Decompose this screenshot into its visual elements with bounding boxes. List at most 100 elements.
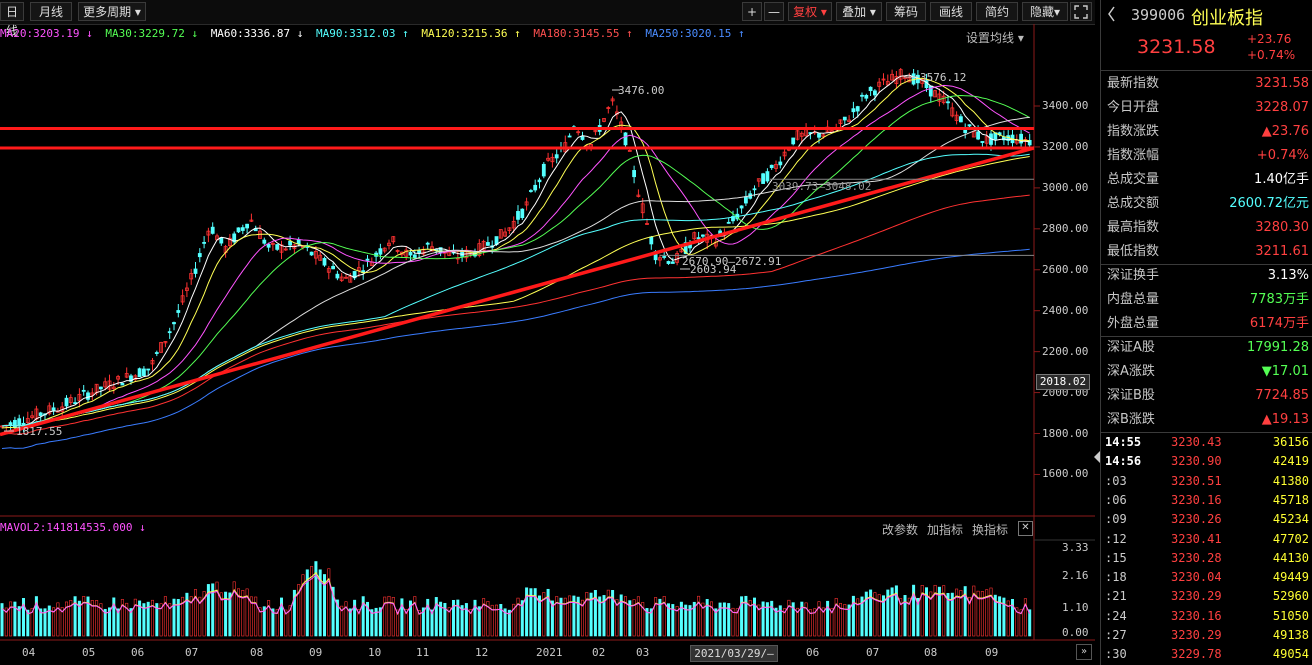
- candle-body: [86, 392, 90, 400]
- uptrend-line: [0, 146, 1035, 437]
- tick-row: 14:55 3230.43 36156: [1101, 433, 1312, 452]
- tick-row: :06 3230.16 45718: [1101, 491, 1312, 510]
- candle-body: [331, 265, 336, 270]
- price-tick-label: 3200.00: [1042, 139, 1089, 153]
- candle-body: [868, 86, 873, 92]
- candle-body: [761, 173, 765, 184]
- tick-time: :15: [1105, 550, 1127, 565]
- tick-volume: 42419: [1272, 454, 1309, 469]
- add-indicator-button[interactable]: 加指标: [927, 521, 963, 538]
- high-annotation-2: 3576.12: [920, 71, 967, 84]
- tick-price: 3230.51: [1171, 473, 1222, 488]
- candle-body: [275, 244, 280, 250]
- candle-body: [167, 331, 172, 334]
- tick-row: :30 3229.78 49054: [1101, 645, 1312, 664]
- candle-body: [64, 397, 69, 407]
- price-tick-label: 2200.00: [1042, 344, 1089, 358]
- tick-row: :27 3230.29 49138: [1101, 626, 1312, 645]
- switch-indicator-button[interactable]: 换指标: [972, 521, 1008, 538]
- candle-body: [976, 131, 980, 140]
- tick-time: :18: [1105, 570, 1127, 585]
- candle-body: [632, 170, 636, 178]
- tick-price: 3230.41: [1171, 531, 1222, 546]
- candle-body: [541, 163, 546, 177]
- tick-price: 3230.29: [1171, 589, 1222, 604]
- tick-price: 3230.28: [1171, 550, 1222, 565]
- candle-body: [141, 368, 146, 376]
- ma180-line: [1, 194, 1030, 435]
- candle-body: [752, 188, 757, 191]
- quote-field-label: 最高指数: [1107, 220, 1160, 235]
- change-params-button[interactable]: 改参数: [882, 521, 918, 538]
- volume-tick-label: 0.00: [1062, 626, 1089, 639]
- current-price-marker: 2018.02: [1036, 374, 1090, 390]
- candle-body: [516, 211, 520, 220]
- quote-field-row: 深证B股 7724.85: [1101, 384, 1312, 408]
- quote-field-label: 总成交量: [1107, 172, 1160, 187]
- candle-body: [537, 179, 542, 183]
- time-tick-label: 04: [22, 646, 36, 659]
- candle-body: [240, 227, 245, 231]
- ma60-line: [1, 116, 1030, 427]
- candle-body: [765, 171, 770, 182]
- candle-body: [154, 352, 159, 354]
- tick-price: 3229.78: [1171, 647, 1222, 662]
- time-tick-label: 11: [416, 646, 430, 659]
- candle-body: [378, 248, 383, 255]
- tick-time: :30: [1105, 647, 1127, 662]
- scroll-right-icon[interactable]: »: [1076, 644, 1092, 660]
- tick-volume: 49138: [1272, 628, 1309, 642]
- candle-body: [666, 261, 671, 264]
- quote-panel: 399006 创业板指 3231.58 +23.76 +0.74% 最新指数 32…: [1100, 0, 1312, 665]
- candle-body: [959, 116, 963, 123]
- ma30-line: [1, 94, 1030, 427]
- candle-body: [288, 240, 293, 246]
- candle-body: [855, 106, 860, 112]
- candle-body: [412, 254, 417, 258]
- candle-body: [322, 258, 327, 266]
- tick-price: 3230.29: [1171, 628, 1222, 642]
- price-tick-label: 1600.00: [1042, 467, 1089, 481]
- candle-body: [533, 184, 538, 191]
- cursor-date-label: 2021/03/29/—: [690, 645, 778, 662]
- candle-body: [744, 196, 748, 204]
- kline-chart[interactable]: [0, 0, 1095, 665]
- candle-body: [193, 268, 198, 274]
- candle-body: [51, 407, 56, 411]
- time-tick-label: 12: [475, 646, 489, 659]
- quote-field-label: 深A涨跌: [1107, 364, 1155, 379]
- time-tick-label: 07: [866, 646, 880, 659]
- candle-body: [851, 108, 856, 113]
- quote-field-value: 3211.61: [1255, 244, 1309, 259]
- quote-field-value: 2600.72亿元: [1229, 196, 1309, 211]
- quote-field-value: ▼17.01: [1261, 364, 1309, 379]
- time-tick-label: 09: [985, 646, 999, 659]
- tick-volume: 52960: [1272, 589, 1309, 604]
- candle-body: [842, 116, 847, 121]
- tick-time: 14:56: [1105, 454, 1142, 469]
- close-icon[interactable]: ✕: [1018, 521, 1033, 536]
- ma250-line: [1, 248, 1030, 449]
- candle-body: [769, 164, 774, 169]
- index-price: 3231.58: [1137, 36, 1216, 58]
- tick-price: 3230.16: [1171, 492, 1222, 507]
- candle-body: [120, 382, 125, 386]
- candle-body: [739, 205, 744, 209]
- low-annotation: 1817.55: [16, 425, 63, 438]
- panel-toggle-icon[interactable]: [1093, 450, 1101, 464]
- candle-body: [662, 256, 667, 258]
- candle-body: [197, 253, 202, 258]
- quote-field-row: 深证换手 3.13%: [1101, 264, 1312, 288]
- candle-body: [580, 136, 585, 140]
- candle-body: [485, 242, 490, 246]
- tick-row: 14:56 3230.90 42419: [1101, 452, 1312, 471]
- candle-body: [817, 133, 821, 138]
- collapse-icon[interactable]: [1107, 6, 1117, 22]
- range-annotation-1: 2670.90—2672.91: [682, 255, 782, 268]
- tick-volume: 45718: [1272, 492, 1309, 507]
- candle-body: [425, 242, 430, 245]
- quote-field-row: 指数涨跌 ▲23.76: [1101, 120, 1312, 144]
- quote-field-row: 指数涨幅 +0.74%: [1101, 144, 1312, 168]
- candle-body: [335, 273, 340, 279]
- candle-body: [262, 239, 267, 244]
